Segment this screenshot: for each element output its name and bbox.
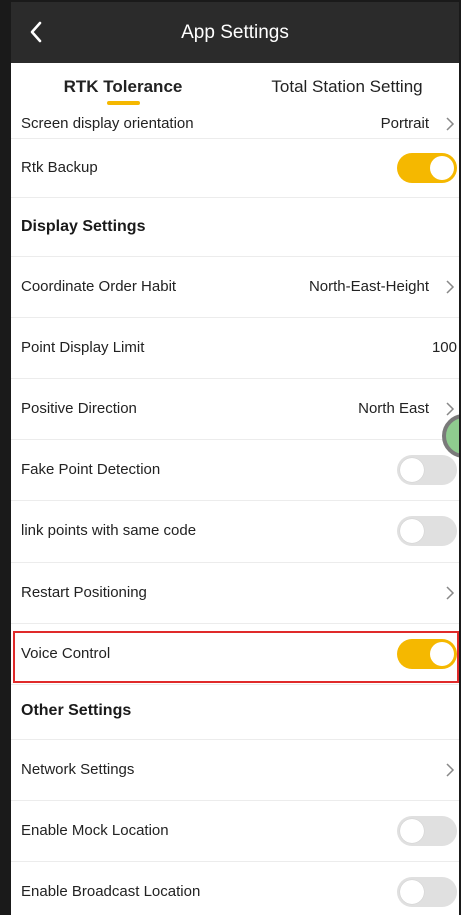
- section-header-other-settings: Other Settings: [11, 685, 459, 740]
- row-voice-control[interactable]: Voice Control: [11, 624, 459, 685]
- row-label: link points with same code: [21, 522, 197, 539]
- row-label: Network Settings: [21, 761, 135, 778]
- page-title: App Settings: [181, 22, 289, 43]
- tab-total-station-setting[interactable]: Total Station Setting: [235, 63, 459, 111]
- row-label: Restart Positioning: [21, 584, 147, 601]
- row-value: North East: [358, 400, 429, 417]
- row-link-points-same-code[interactable]: link points with same code: [11, 501, 459, 563]
- chevron-right-icon: [445, 763, 455, 777]
- row-value: 100: [431, 339, 457, 356]
- row-label: Point Display Limit: [21, 339, 145, 356]
- fake-point-detection-toggle[interactable]: [397, 455, 457, 485]
- row-value: North-East-Height: [308, 278, 429, 295]
- row-point-display-limit[interactable]: Point Display Limit 100: [11, 318, 459, 379]
- row-enable-broadcast-location[interactable]: Enable Broadcast Location: [11, 862, 459, 915]
- mock-location-toggle[interactable]: [397, 816, 457, 846]
- app-bar: App Settings: [11, 2, 459, 63]
- row-restart-positioning[interactable]: Restart Positioning: [11, 563, 459, 624]
- toggle-knob: [400, 880, 424, 904]
- row-screen-display-orientation[interactable]: Screen display orientation Portrait: [11, 111, 459, 139]
- row-fake-point-detection[interactable]: Fake Point Detection: [11, 440, 459, 501]
- toggle-knob: [430, 642, 454, 666]
- row-rtk-backup[interactable]: Rtk Backup: [11, 139, 459, 198]
- row-label: Enable Mock Location: [21, 822, 169, 839]
- section-header-display-settings: Display Settings: [11, 198, 459, 257]
- active-tab-indicator: [107, 101, 140, 105]
- row-label: Fake Point Detection: [21, 461, 161, 478]
- tab-bar: RTK Tolerance Total Station Setting: [11, 63, 459, 111]
- link-points-toggle[interactable]: [397, 516, 457, 546]
- row-label: Positive Direction: [21, 400, 137, 417]
- row-label: Enable Broadcast Location: [21, 883, 201, 900]
- row-label: Screen display orientation: [21, 115, 194, 132]
- toggle-knob: [400, 819, 424, 843]
- rtk-backup-toggle[interactable]: [397, 153, 457, 183]
- settings-list: Screen display orientation Portrait Rtk …: [11, 111, 459, 915]
- row-label: Rtk Backup: [21, 159, 98, 176]
- frame-border-left: [0, 0, 11, 915]
- row-positive-direction[interactable]: Positive Direction North East: [11, 379, 459, 440]
- chevron-right-icon: [445, 280, 455, 294]
- toggle-knob: [430, 156, 454, 180]
- broadcast-location-toggle[interactable]: [397, 877, 457, 907]
- section-title: Other Settings: [21, 702, 132, 719]
- toggle-knob: [400, 458, 424, 482]
- row-label: Voice Control: [21, 645, 111, 662]
- row-label: Coordinate Order Habit: [21, 278, 177, 295]
- chevron-right-icon: [445, 402, 455, 416]
- section-title: Display Settings: [21, 218, 146, 235]
- row-value: Portrait: [380, 115, 429, 132]
- toggle-knob: [400, 519, 424, 543]
- chevron-right-icon: [445, 117, 455, 131]
- chevron-right-icon: [445, 586, 455, 600]
- row-enable-mock-location[interactable]: Enable Mock Location: [11, 801, 459, 862]
- row-network-settings[interactable]: Network Settings: [11, 740, 459, 801]
- app-settings-screen: App Settings RTK Tolerance Total Station…: [0, 0, 461, 915]
- row-coordinate-order-habit[interactable]: Coordinate Order Habit North-East-Height: [11, 257, 459, 318]
- voice-control-toggle[interactable]: [397, 639, 457, 669]
